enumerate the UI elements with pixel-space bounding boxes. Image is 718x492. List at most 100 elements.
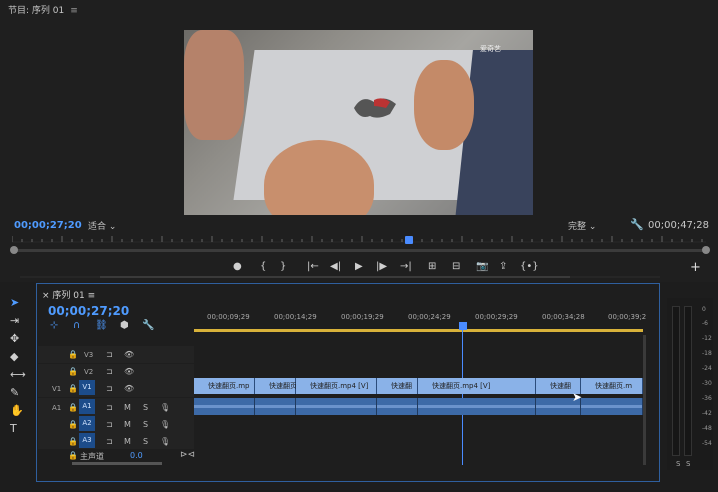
step-forward-button[interactable]: |▶ [376, 261, 387, 272]
mute-icon[interactable]: M [124, 403, 131, 412]
wrench-icon[interactable]: 🔧 [142, 320, 154, 331]
db-label: -48 [702, 425, 712, 432]
wrench-icon[interactable]: 🔧 [630, 218, 644, 231]
go-to-out-button[interactable]: →| [400, 261, 412, 272]
video-clip[interactable]: 快速翻页.mp4 [V] [418, 378, 536, 394]
snap-icon[interactable]: ∩ [73, 320, 80, 331]
pen-tool-icon[interactable]: ✎ [10, 386, 19, 399]
mark-in-button[interactable]: { [260, 261, 266, 272]
menu-icon[interactable]: ≡ [88, 291, 96, 301]
quality-dropdown[interactable]: 完整 ⌄ [568, 219, 596, 232]
audio-clip[interactable] [581, 398, 643, 415]
selection-tool-icon[interactable]: ➤ [10, 296, 19, 309]
lock-icon[interactable]: 🔒 [68, 367, 78, 376]
lock-icon[interactable]: 🔒 [68, 420, 78, 429]
fit-dropdown[interactable]: 适合 ⌄ [88, 219, 116, 232]
export-frame-button[interactable]: 📷 [476, 261, 488, 272]
sync-lock-icon[interactable]: ⊐ [106, 437, 113, 446]
lock-icon[interactable]: 🔒 [68, 437, 78, 446]
scrollbar-handle-left[interactable] [10, 246, 18, 254]
track-header-a3[interactable] [38, 432, 194, 449]
audio-clip[interactable] [255, 398, 296, 415]
mute-icon[interactable]: M [124, 437, 131, 446]
track-select-tool-icon[interactable]: ⇥ [10, 314, 19, 327]
track-target-v1[interactable]: V1 [79, 380, 95, 395]
source-patch-a1[interactable]: A1 [52, 404, 61, 412]
microphone-icon[interactable]: 🎙 [160, 403, 170, 412]
video-clip[interactable]: 快速翻页.mp [255, 378, 311, 394]
sync-lock-icon[interactable]: ⊐ [106, 403, 113, 412]
mute-icon[interactable]: M [124, 420, 131, 429]
solo-left-button[interactable]: S [676, 460, 680, 468]
solo-icon[interactable]: S [143, 437, 148, 446]
track-header-v3[interactable] [38, 346, 194, 363]
video-clip[interactable]: 快速翻 [377, 378, 418, 394]
comparison-view-button[interactable]: {•} [520, 261, 539, 272]
razor-tool-icon[interactable]: ◆ [10, 350, 18, 363]
audio-clip[interactable] [377, 398, 418, 415]
solo-right-button[interactable]: S [686, 460, 690, 468]
nest-icon[interactable]: ⊹ [50, 320, 58, 331]
scrollbar-handle-right[interactable] [702, 246, 710, 254]
add-marker-button[interactable]: ● [233, 261, 242, 272]
video-clip[interactable]: 快速翻页.mp [194, 378, 255, 394]
microphone-icon[interactable]: 🎙 [160, 420, 170, 429]
master-volume-value[interactable]: 0.0 [130, 451, 143, 460]
video-clip[interactable]: 快速翻页.m [581, 378, 643, 394]
sync-lock-icon[interactable]: ⊐ [106, 420, 113, 429]
menu-icon[interactable]: ≡ [70, 6, 78, 16]
eye-icon[interactable]: 👁 [124, 367, 134, 376]
work-area-bar[interactable] [194, 329, 643, 332]
solo-icon[interactable]: S [143, 403, 148, 412]
close-icon[interactable]: × [42, 291, 52, 301]
sync-lock-icon[interactable]: ⊐ [106, 384, 113, 393]
timeline-playhead[interactable] [459, 322, 467, 330]
play-button[interactable]: ▶ [355, 261, 363, 272]
eye-icon[interactable]: 👁 [124, 350, 134, 359]
monitor-zoom-scrollbar[interactable] [14, 249, 708, 252]
current-timecode[interactable]: 00;00;27;20 [14, 220, 82, 231]
lift-button[interactable]: ⊞ [428, 261, 436, 272]
go-to-in-button[interactable]: |← [307, 261, 319, 272]
track-header-v2[interactable] [38, 364, 194, 381]
ripple-edit-tool-icon[interactable]: ✥ [10, 332, 19, 345]
solo-icon[interactable]: S [143, 420, 148, 429]
video-clip[interactable]: 快速翻页.mp4 [V] [296, 378, 377, 394]
lock-icon[interactable]: 🔒 [68, 384, 78, 393]
timeline-vertical-scrollbar[interactable] [643, 335, 646, 465]
hand-tool-icon[interactable]: ✋ [10, 404, 24, 417]
monitor-playhead[interactable] [405, 236, 413, 244]
master-volume-slider[interactable] [72, 462, 162, 465]
step-back-button[interactable]: ◀| [330, 261, 341, 272]
track-header-a1[interactable] [38, 398, 194, 415]
track-target-a2[interactable]: A2 [79, 416, 95, 431]
eye-icon[interactable]: 👁 [124, 384, 134, 393]
track-target-a1[interactable]: A1 [79, 399, 95, 414]
mark-out-button[interactable]: } [280, 261, 286, 272]
marker-icon[interactable]: ⬢ [120, 320, 129, 331]
lock-icon[interactable]: 🔒 [68, 451, 78, 460]
insert-button[interactable]: ⇪ [499, 261, 507, 272]
source-patch-v1[interactable]: V1 [52, 385, 61, 393]
sequence-tab[interactable]: × 序列 01 ≡ [42, 288, 95, 301]
microphone-icon[interactable]: 🎙 [160, 437, 170, 446]
audio-clip[interactable] [418, 398, 536, 415]
program-monitor-tab[interactable]: 节目: 序列 01 ≡ [8, 3, 78, 16]
slip-tool-icon[interactable]: ⟷ [10, 368, 26, 381]
audio-clip[interactable] [296, 398, 377, 415]
button-editor-add-button[interactable]: + [690, 260, 701, 275]
linked-selection-icon[interactable]: ⛓ [95, 320, 108, 331]
timeline-timecode[interactable]: 00;00;27;20 [48, 304, 129, 318]
video-preview[interactable]: 爱奇艺 [184, 30, 533, 215]
track-header-a2[interactable] [38, 415, 194, 432]
audio-clip[interactable] [194, 398, 255, 415]
type-tool-icon[interactable]: T [10, 422, 17, 435]
sync-lock-icon[interactable]: ⊐ [106, 350, 113, 359]
lock-icon[interactable]: 🔒 [68, 350, 78, 359]
lock-icon[interactable]: 🔒 [68, 403, 78, 412]
sync-lock-icon[interactable]: ⊐ [106, 367, 113, 376]
track-header-v1[interactable] [38, 380, 194, 397]
go-to-end-icon[interactable]: ⊳⊲ [180, 450, 195, 460]
track-target-a3[interactable]: A3 [79, 433, 95, 448]
extract-button[interactable]: ⊟ [452, 261, 460, 272]
